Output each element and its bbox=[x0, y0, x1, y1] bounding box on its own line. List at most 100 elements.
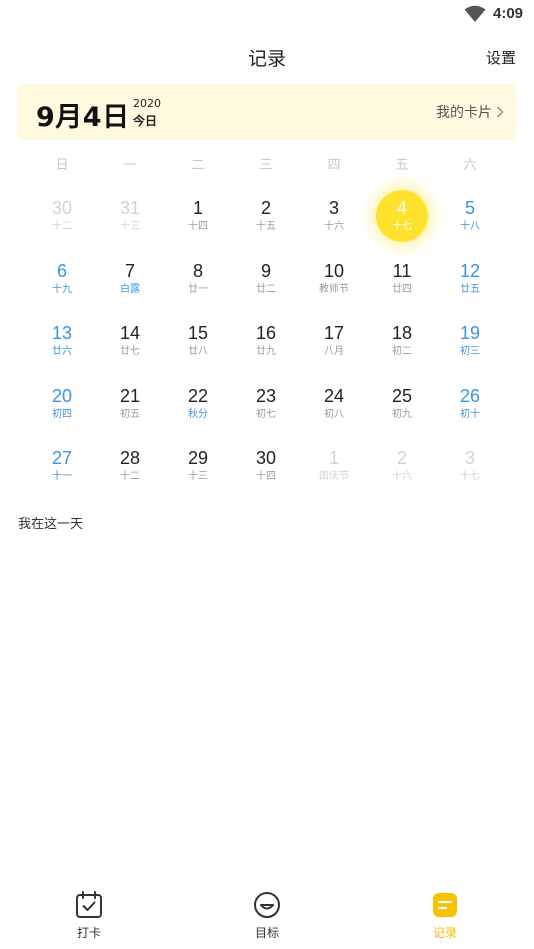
calendar-day[interactable]: 26 初十 bbox=[436, 374, 504, 437]
calendar-day[interactable]: 3 十六 bbox=[300, 186, 368, 249]
day-number: 30 bbox=[51, 198, 73, 218]
lunar-label: 十二 bbox=[52, 221, 72, 232]
note-icon bbox=[433, 893, 457, 917]
lunar-label: 廿六 bbox=[52, 346, 72, 358]
lunar-label: 廿二 bbox=[256, 283, 276, 295]
lunar-label: 初八 bbox=[324, 408, 344, 420]
calendar-day[interactable]: 29 十三 bbox=[164, 436, 232, 499]
day-number: 22 bbox=[187, 385, 209, 406]
today-label: 今日 bbox=[133, 114, 158, 128]
calendar-day[interactable]: 25 初九 bbox=[368, 374, 436, 437]
calendar-day[interactable]: 2 十五 bbox=[232, 186, 300, 249]
calendar-day[interactable]: 20 初四 bbox=[28, 374, 96, 437]
calendar-day[interactable]: 22 秋分 bbox=[164, 374, 232, 437]
calendar-check-icon bbox=[76, 891, 102, 918]
day-number: 14 bbox=[119, 323, 141, 344]
day-number: 31 bbox=[119, 198, 141, 218]
weekday-label: 五 bbox=[395, 158, 409, 173]
date-card: 9月4日 2020 今日 我的卡片 bbox=[18, 84, 516, 140]
calendar-day[interactable]: 30 十四 bbox=[232, 436, 300, 499]
day-number: 18 bbox=[391, 323, 413, 344]
lunar-label: 廿八 bbox=[188, 346, 208, 358]
calendar-day[interactable]: 19 初三 bbox=[436, 311, 504, 374]
calendar-day[interactable]: 23 初七 bbox=[232, 374, 300, 437]
calendar-day[interactable]: 27 十一 bbox=[28, 436, 96, 499]
lunar-label: 教师节 bbox=[319, 283, 349, 295]
settings-button[interactable]: 设置 bbox=[486, 47, 516, 68]
calendar-day[interactable]: 17 八月 bbox=[300, 311, 368, 374]
calendar-day[interactable]: 9 廿二 bbox=[232, 249, 300, 312]
calendar-day[interactable]: 12 廿五 bbox=[436, 249, 504, 312]
calendar-day[interactable]: 30 十二 bbox=[28, 186, 96, 249]
calendar-day[interactable]: 21 初五 bbox=[96, 374, 164, 437]
day-number: 4 bbox=[396, 198, 407, 218]
my-card-label: 我的卡片 bbox=[436, 105, 492, 121]
calendar-day[interactable]: 6 十九 bbox=[28, 249, 96, 312]
smile-icon bbox=[254, 892, 280, 918]
day-number: 16 bbox=[255, 323, 277, 344]
status-time: 4:09 bbox=[493, 5, 524, 22]
day-number: 27 bbox=[51, 448, 73, 469]
lunar-label: 十四 bbox=[188, 221, 208, 232]
day-number: 7 bbox=[124, 260, 135, 281]
day-number: 2 bbox=[260, 198, 271, 218]
tab-goal[interactable]: 目标 bbox=[227, 890, 307, 941]
current-date: 9月4日 bbox=[36, 102, 130, 133]
day-number: 2 bbox=[396, 448, 407, 469]
tab-record[interactable]: 记录 bbox=[405, 890, 485, 941]
calendar-day[interactable]: 15 廿八 bbox=[164, 311, 232, 374]
day-number: 5 bbox=[464, 198, 475, 218]
lunar-label: 初五 bbox=[120, 408, 140, 420]
day-number: 3 bbox=[464, 448, 475, 469]
lunar-label: 八月 bbox=[324, 346, 344, 358]
day-number: 10 bbox=[323, 260, 345, 281]
weekday-label: 日 bbox=[55, 158, 69, 173]
calendar-grid: 30 十二 31 十三 1 十四 2 十五 3 十六 4 十七 5 十八 6 十九 7 白露 8 廿一 9 廿二 10 教师节… bbox=[28, 186, 504, 499]
calendar-day[interactable]: 10 教师节 bbox=[300, 249, 368, 312]
calendar-day[interactable]: 8 廿一 bbox=[164, 249, 232, 312]
wifi-icon bbox=[464, 5, 486, 22]
weekday-label: 二 bbox=[191, 158, 205, 173]
day-number: 13 bbox=[51, 323, 73, 344]
calendar-day[interactable]: 3 十七 bbox=[436, 436, 504, 499]
lunar-label: 十七 bbox=[460, 471, 480, 483]
lunar-label: 十三 bbox=[120, 221, 140, 232]
day-number: 11 bbox=[392, 260, 412, 281]
day-number: 29 bbox=[187, 448, 209, 469]
calendar-day[interactable]: 28 十二 bbox=[96, 436, 164, 499]
lunar-label: 初十 bbox=[460, 408, 480, 420]
year-label: 2020 bbox=[133, 97, 161, 110]
day-number: 25 bbox=[391, 385, 413, 406]
calendar-day[interactable]: 14 廿七 bbox=[96, 311, 164, 374]
calendar-day[interactable]: 11 廿四 bbox=[368, 249, 436, 312]
calendar-day[interactable]: 1 国庆节 bbox=[300, 436, 368, 499]
tab-checkin[interactable]: 打卡 bbox=[49, 890, 129, 941]
calendar-day[interactable]: 31 十三 bbox=[96, 186, 164, 249]
weekday-label: 一 bbox=[123, 158, 137, 173]
page-title: 记录 bbox=[247, 48, 286, 70]
lunar-label: 十一 bbox=[52, 471, 72, 483]
calendar-day[interactable]: 5 十八 bbox=[436, 186, 504, 249]
tab-label: 打卡 bbox=[76, 926, 101, 940]
calendar-day[interactable]: 13 廿六 bbox=[28, 311, 96, 374]
tab-label: 目标 bbox=[254, 926, 279, 940]
lunar-label: 秋分 bbox=[188, 408, 208, 420]
day-number: 21 bbox=[119, 385, 141, 406]
lunar-label: 廿七 bbox=[120, 346, 140, 358]
day-number: 30 bbox=[255, 448, 277, 469]
calendar-day[interactable]: 16 廿九 bbox=[232, 311, 300, 374]
lunar-label: 初三 bbox=[460, 346, 480, 358]
calendar-day[interactable]: 2 十六 bbox=[368, 436, 436, 499]
lunar-label: 十七 bbox=[392, 221, 412, 232]
calendar-day[interactable]: 18 初二 bbox=[368, 311, 436, 374]
calendar-day-selected[interactable]: 4 十七 bbox=[368, 186, 436, 249]
calendar-day[interactable]: 1 十四 bbox=[164, 186, 232, 249]
lunar-label: 十八 bbox=[460, 221, 480, 232]
my-card-link[interactable]: 我的卡片 bbox=[436, 102, 504, 122]
lunar-label: 十四 bbox=[256, 471, 276, 483]
lunar-label: 初四 bbox=[52, 408, 72, 420]
day-number: 1 bbox=[328, 448, 339, 469]
calendar-day[interactable]: 24 初八 bbox=[300, 374, 368, 437]
calendar-day[interactable]: 7 白露 bbox=[96, 249, 164, 312]
lunar-label: 初九 bbox=[392, 408, 412, 420]
